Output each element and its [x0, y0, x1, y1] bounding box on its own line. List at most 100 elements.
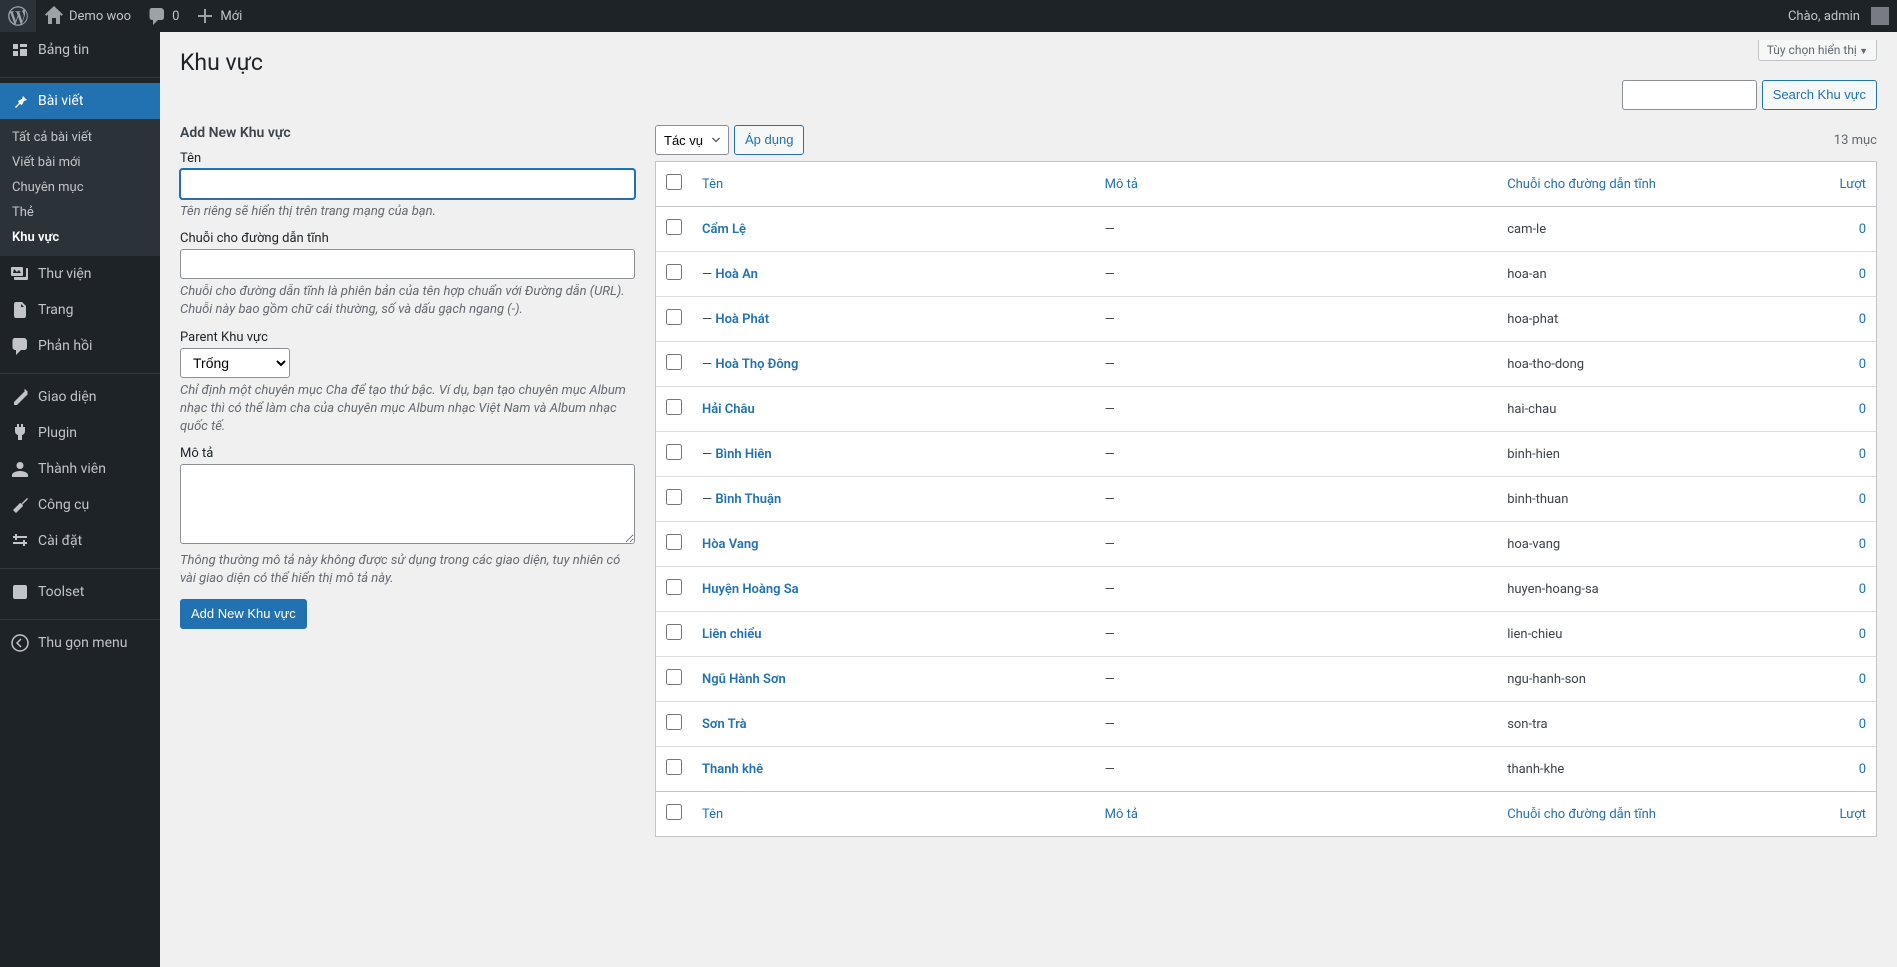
row-checkbox[interactable]	[666, 399, 682, 415]
row-count[interactable]: 0	[1859, 402, 1866, 417]
row-count[interactable]: 0	[1859, 627, 1866, 642]
menu-toolset[interactable]: Toolset	[0, 574, 160, 610]
wp-logo[interactable]	[0, 0, 36, 32]
col-name-foot[interactable]: Tên	[692, 791, 1095, 836]
row-slug: son-tra	[1497, 702, 1765, 747]
row-checkbox[interactable]	[666, 579, 682, 595]
plugin-icon	[10, 423, 30, 443]
menu-collapse[interactable]: Thu gọn menu	[0, 625, 160, 661]
submenu-area[interactable]: Khu vực	[0, 225, 160, 250]
comment-icon	[10, 336, 30, 356]
menu-dashboard[interactable]: Bảng tin	[0, 32, 160, 68]
term-link[interactable]: Hoà Thọ Đông	[715, 357, 798, 372]
name-input[interactable]	[180, 169, 635, 199]
admin-sidebar: Bảng tin Bài viết Tất cả bài viết Viết b…	[0, 32, 160, 967]
menu-appearance[interactable]: Giao diện	[0, 379, 160, 415]
row-checkbox[interactable]	[666, 309, 682, 325]
submenu-categories[interactable]: Chuyên mục	[0, 175, 160, 200]
col-desc[interactable]: Mô tả	[1095, 162, 1498, 207]
term-link[interactable]: Thanh khê	[702, 762, 763, 777]
row-count[interactable]: 0	[1859, 357, 1866, 372]
screen-options-toggle[interactable]: Tùy chọn hiển thị	[1758, 40, 1877, 61]
menu-posts[interactable]: Bài viết	[0, 83, 160, 119]
table-row: — Hoà An—hoa-an0	[656, 252, 1876, 297]
row-checkbox[interactable]	[666, 444, 682, 460]
term-link[interactable]: Hải Châu	[702, 402, 755, 417]
row-count[interactable]: 0	[1859, 267, 1866, 282]
submenu-all-posts[interactable]: Tất cả bài viết	[0, 125, 160, 150]
admin-bar: Demo woo 0 Mới Chào, admin	[0, 0, 1897, 32]
slug-input[interactable]	[180, 249, 635, 279]
term-link[interactable]: Sơn Trà	[702, 717, 747, 732]
menu-media[interactable]: Thư viện	[0, 256, 160, 292]
item-count: 13 mục	[1834, 133, 1877, 148]
term-link[interactable]: Hoà An	[715, 267, 758, 282]
menu-comments[interactable]: Phản hồi	[0, 328, 160, 364]
term-link[interactable]: Ngũ Hành Sơn	[702, 672, 786, 687]
comments-link[interactable]: 0	[139, 0, 187, 32]
wordpress-icon	[8, 6, 28, 26]
bulk-apply-button[interactable]: Áp dụng	[734, 125, 804, 155]
term-link[interactable]: Hòa Vang	[702, 537, 759, 552]
row-count[interactable]: 0	[1859, 222, 1866, 237]
pin-icon	[10, 91, 30, 111]
search-input[interactable]	[1622, 80, 1757, 110]
menu-settings[interactable]: Cài đặt	[0, 523, 160, 559]
new-link[interactable]: Mới	[187, 0, 250, 32]
row-checkbox[interactable]	[666, 219, 682, 235]
row-desc: —	[1105, 537, 1115, 552]
col-name[interactable]: Tên	[692, 162, 1095, 207]
bulk-action-select[interactable]: Tác vụ	[655, 125, 729, 155]
select-all-bottom[interactable]	[666, 804, 682, 820]
parent-label: Parent Khu vực	[180, 330, 635, 345]
row-slug: hoa-vang	[1497, 522, 1765, 567]
row-count[interactable]: 0	[1859, 582, 1866, 597]
account-link[interactable]: Chào, admin	[1780, 0, 1897, 32]
row-count[interactable]: 0	[1859, 717, 1866, 732]
row-checkbox[interactable]	[666, 624, 682, 640]
desc-textarea[interactable]	[180, 464, 635, 544]
select-all-top[interactable]	[666, 174, 682, 190]
term-link[interactable]: Bình Hiên	[715, 447, 771, 462]
table-row: — Hoà Thọ Đông—hoa-tho-dong0	[656, 342, 1876, 387]
col-count-foot[interactable]: Lượt	[1766, 791, 1876, 836]
col-count[interactable]: Lượt	[1766, 162, 1876, 207]
menu-tools[interactable]: Công cụ	[0, 487, 160, 523]
parent-select[interactable]: Trống	[180, 348, 290, 378]
row-checkbox[interactable]	[666, 759, 682, 775]
term-link[interactable]: Huyện Hoàng Sa	[702, 582, 799, 597]
menu-users[interactable]: Thành viên	[0, 451, 160, 487]
row-checkbox[interactable]	[666, 534, 682, 550]
col-slug[interactable]: Chuỗi cho đường dẫn tĩnh	[1497, 162, 1765, 207]
users-icon	[10, 459, 30, 479]
comment-count: 0	[172, 9, 179, 24]
submit-button[interactable]: Add New Khu vực	[180, 599, 307, 629]
term-link[interactable]: Hoà Phát	[715, 312, 769, 327]
row-slug: binh-thuan	[1497, 477, 1765, 522]
site-link[interactable]: Demo woo	[36, 0, 139, 32]
menu-pages[interactable]: Trang	[0, 292, 160, 328]
row-count[interactable]: 0	[1859, 312, 1866, 327]
row-checkbox[interactable]	[666, 354, 682, 370]
row-count[interactable]: 0	[1859, 492, 1866, 507]
term-link[interactable]: Liên chiểu	[702, 627, 762, 642]
term-link[interactable]: Bình Thuận	[715, 492, 781, 507]
term-link[interactable]: Cẩm Lệ	[702, 222, 746, 237]
row-checkbox[interactable]	[666, 714, 682, 730]
submenu-new-post[interactable]: Viết bài mới	[0, 150, 160, 175]
form-heading: Add New Khu vực	[180, 125, 635, 141]
row-count[interactable]: 0	[1859, 537, 1866, 552]
row-checkbox[interactable]	[666, 264, 682, 280]
row-count[interactable]: 0	[1859, 762, 1866, 777]
col-desc-foot[interactable]: Mô tả	[1095, 791, 1498, 836]
submenu-tags[interactable]: Thẻ	[0, 200, 160, 225]
row-count[interactable]: 0	[1859, 672, 1866, 687]
row-checkbox[interactable]	[666, 669, 682, 685]
row-slug: lien-chieu	[1497, 612, 1765, 657]
col-slug-foot[interactable]: Chuỗi cho đường dẫn tĩnh	[1497, 791, 1765, 836]
row-count[interactable]: 0	[1859, 447, 1866, 462]
menu-plugins[interactable]: Plugin	[0, 415, 160, 451]
search-button[interactable]: Search Khu vực	[1762, 80, 1877, 110]
row-checkbox[interactable]	[666, 489, 682, 505]
desc-label: Mô tả	[180, 446, 635, 461]
